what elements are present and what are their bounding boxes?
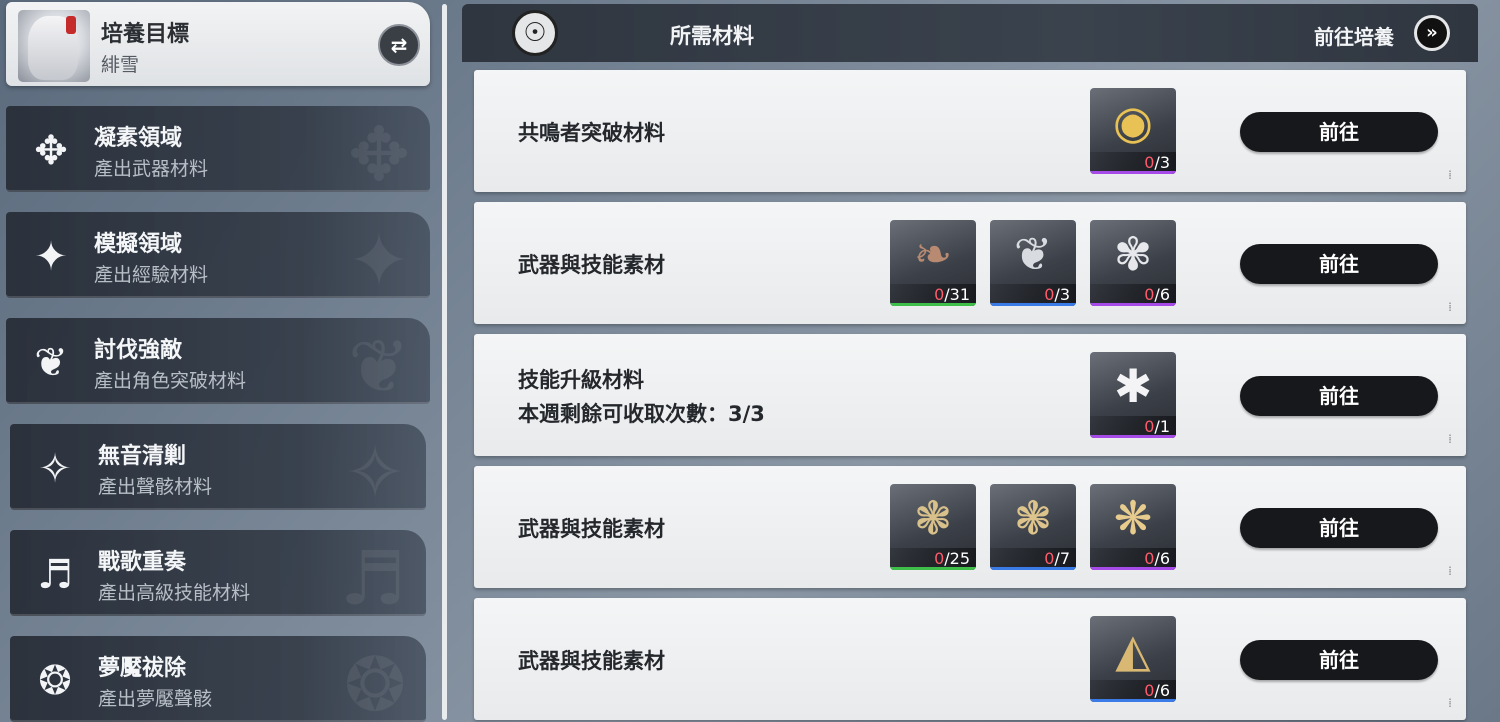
sidebar-item-title: 無音清剿: [98, 444, 187, 469]
simulation-icon: ✦: [34, 234, 68, 280]
material-slot[interactable]: ❋ 0/6: [1090, 484, 1176, 570]
row-label: 武器與技能素材: [518, 649, 665, 673]
blade-icon: ❦: [1013, 227, 1053, 281]
swap-icon: ⇄: [390, 33, 408, 57]
sidebar-item-title: 夢魘祓除: [98, 656, 187, 681]
gold-flower-icon: ❃: [913, 491, 953, 545]
row-label: 技能升級材料: [518, 368, 644, 392]
weekly-remaining-text: 本週剩餘可收取次數：3/3: [518, 402, 765, 426]
sidebar-item-sub: 產出高級技能材料: [98, 582, 251, 604]
go-cultivate-label[interactable]: 前往培養: [1314, 21, 1394, 50]
nightmare-icon: ❂: [38, 658, 72, 704]
double-chevron-right-icon: »: [1426, 22, 1438, 43]
avatar: [18, 10, 90, 82]
cultivation-target-card[interactable]: 培養目標 緋雪 ⇄: [6, 2, 430, 86]
vitruvian-icon: ☉: [512, 10, 558, 56]
sidebar-item-tacet[interactable]: ✧ ✧ 無音清剿 產出聲骸材料: [10, 424, 426, 510]
material-row: 武器與技能素材 ❃ 0/25 ❃ 0/7 ❋ 0/6 前往 ⁞: [474, 466, 1466, 588]
music-icon: ♬: [37, 552, 73, 598]
row-label: 武器與技能素材: [518, 253, 665, 277]
sidebar-item-title: 討伐強敵: [94, 338, 183, 363]
material-slot[interactable]: ◭ 0/6: [1090, 616, 1176, 702]
swap-button[interactable]: ⇄: [378, 24, 420, 66]
row-label: 武器與技能素材: [518, 517, 665, 541]
material-slot[interactable]: ❃ 0/7: [990, 484, 1076, 570]
crystal-icon: ✾: [1113, 227, 1153, 281]
material-slot[interactable]: ◉ 0/3: [1090, 88, 1176, 174]
feather-icon: ❧: [913, 227, 953, 281]
material-row: 共鳴者突破材料 ◉ 0/3 前往 ⁞: [474, 70, 1466, 192]
panel-title: 所需材料: [670, 24, 754, 48]
sidebar-item-sub: 產出經驗材料: [94, 264, 209, 286]
figure-icon: ✱: [1113, 359, 1153, 413]
go-button[interactable]: 前往: [1240, 376, 1438, 416]
sidebar-item-forgery[interactable]: ✥ ✥ 凝素領域 產出武器材料: [6, 106, 430, 192]
sidebar-item-nightmare[interactable]: ❂ ❂ 夢魘祓除 產出夢魘聲骸: [10, 636, 426, 722]
gold-triangle-icon: ◭: [1115, 623, 1151, 677]
gold-orb-icon: ◉: [1112, 95, 1154, 149]
tacet-icon: ✧: [38, 446, 72, 492]
sidebar-scrollbar[interactable]: [442, 4, 447, 720]
gold-flower-icon: ❃: [1013, 491, 1053, 545]
forgery-icon: ✥: [34, 128, 68, 174]
go-button[interactable]: 前往: [1240, 112, 1438, 152]
go-cultivate-button[interactable]: »: [1414, 15, 1450, 51]
sidebar: 培養目標 緋雪 ⇄ ✥ ✥ 凝素領域 產出武器材料 ✦ ✦ 模擬領域 產出經驗材…: [0, 0, 440, 722]
target-title: 培養目標: [101, 22, 190, 47]
sidebar-item-sub: 產出角色突破材料: [94, 370, 247, 392]
sidebar-item-title: 凝素領域: [94, 126, 183, 151]
row-label: 共鳴者突破材料: [518, 121, 665, 145]
material-slot[interactable]: ❃ 0/25: [890, 484, 976, 570]
go-button[interactable]: 前往: [1240, 640, 1438, 680]
sidebar-item-sub: 產出武器材料: [94, 158, 209, 180]
material-row: 武器與技能素材 ◭ 0/6 前往 ⁞: [474, 598, 1466, 720]
go-button[interactable]: 前往: [1240, 508, 1438, 548]
material-slot[interactable]: ❦ 0/3: [990, 220, 1076, 306]
material-row: 技能升級材料 本週剩餘可收取次數：3/3 ✱ 0/1 前往 ⁞: [474, 334, 1466, 456]
gold-flower-icon: ❋: [1113, 491, 1153, 545]
sidebar-item-sub: 產出聲骸材料: [98, 476, 213, 498]
boss-icon: ❦: [34, 340, 68, 386]
sidebar-item-simulation[interactable]: ✦ ✦ 模擬領域 產出經驗材料: [6, 212, 430, 298]
material-row: 武器與技能素材 ❧ 0/31 ❦ 0/3 ✾ 0/6 前往 ⁞: [474, 202, 1466, 324]
material-slot[interactable]: ✾ 0/6: [1090, 220, 1176, 306]
go-button[interactable]: 前往: [1240, 244, 1438, 284]
material-slot[interactable]: ✱ 0/1: [1090, 352, 1176, 438]
sidebar-item-reprise[interactable]: ♬ ♬ 戰歌重奏 產出高級技能材料: [10, 530, 426, 616]
sidebar-item-title: 戰歌重奏: [98, 550, 187, 575]
panel-header: ☉ 所需材料 前往培養 »: [462, 4, 1478, 62]
material-slot[interactable]: ❧ 0/31: [890, 220, 976, 306]
sidebar-item-sub: 產出夢魘聲骸: [98, 688, 213, 710]
target-name: 緋雪: [101, 54, 140, 76]
sidebar-item-boss[interactable]: ❦ ❦ 討伐強敵 產出角色突破材料: [6, 318, 430, 404]
sidebar-item-title: 模擬領域: [94, 232, 183, 257]
materials-panel: ☉ 所需材料 前往培養 » 共鳴者突破材料 ◉ 0/3 前往 ⁞ 武器與技能素材…: [462, 0, 1478, 722]
